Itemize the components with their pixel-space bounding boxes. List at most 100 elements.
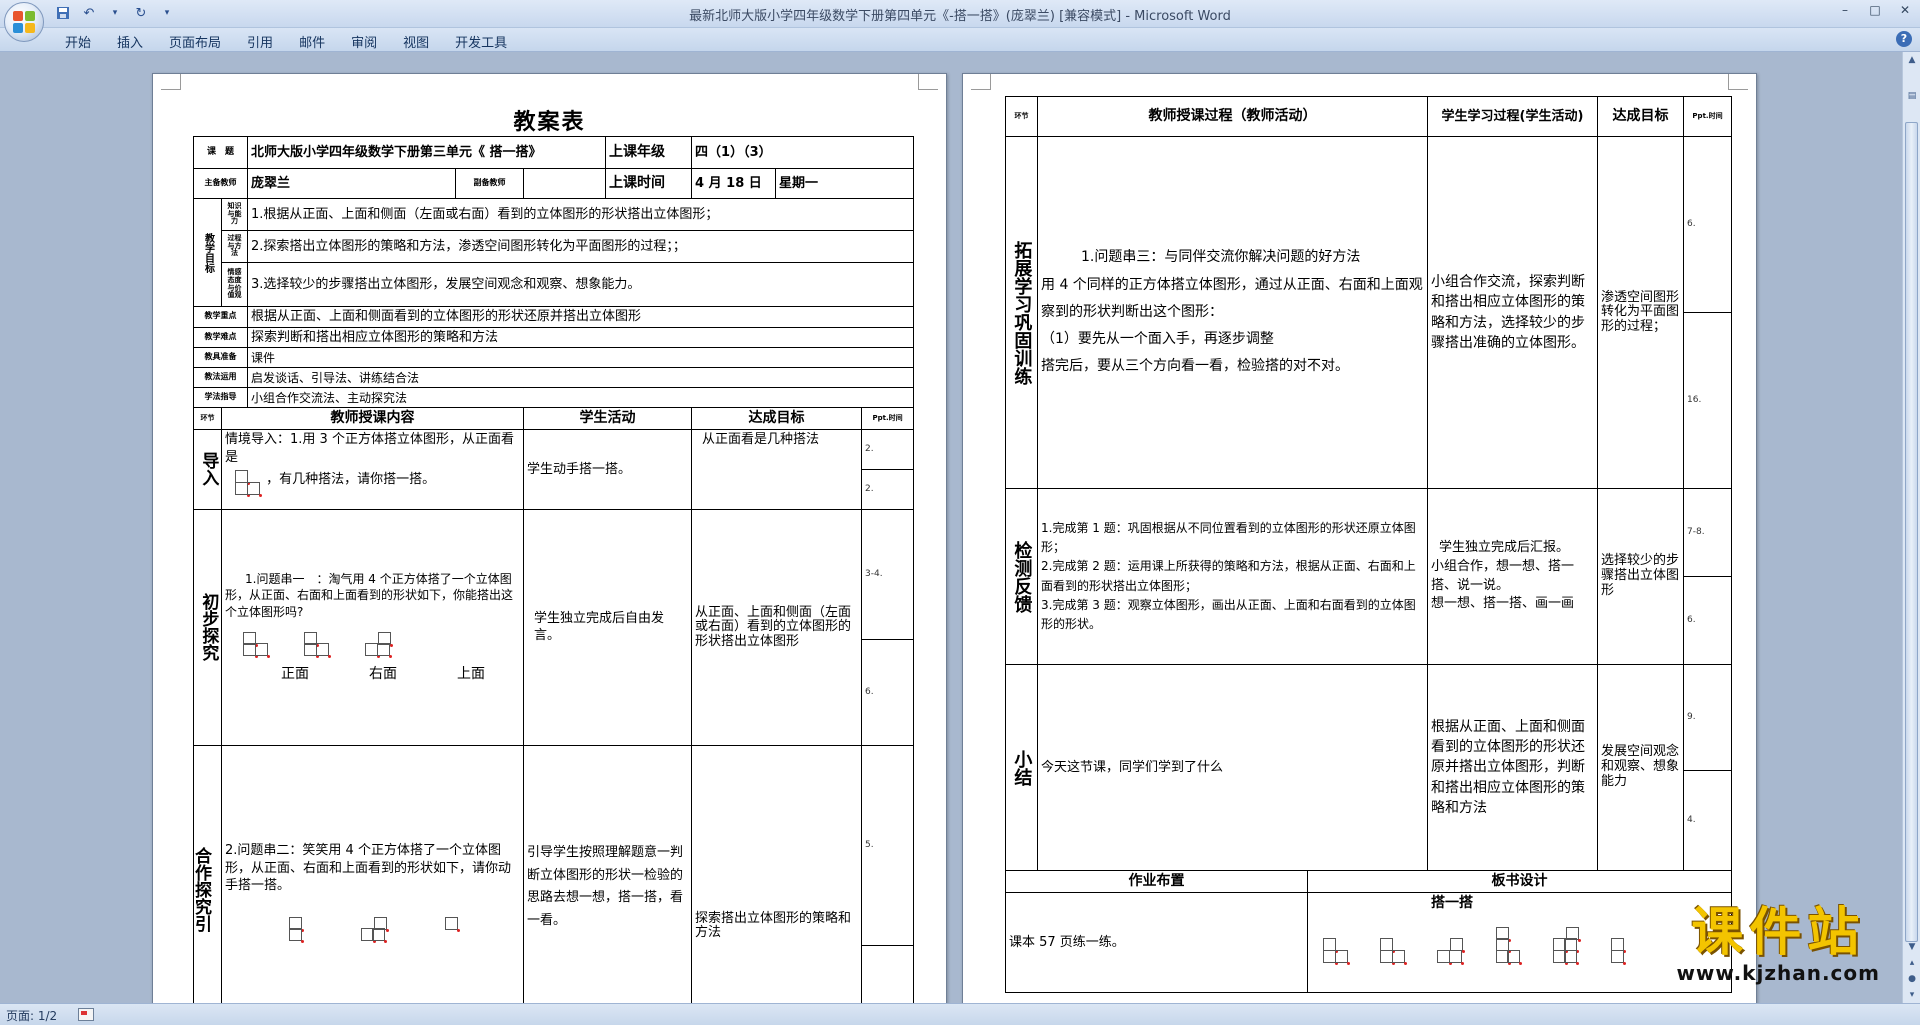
view-top: [365, 631, 393, 659]
goal-1[interactable]: 1.根据从正面、上面和侧面（左面或右面）看到的立体图形的形状搭出立体图形；: [247, 198, 915, 231]
status-bar: 页面: 1/2: [0, 1003, 1920, 1025]
time-date[interactable]: 4 月 18 日: [691, 168, 777, 199]
r-col-stage-header: 环节: [1005, 96, 1038, 137]
col-stage-header: 环节: [193, 407, 222, 430]
teacher-value[interactable]: 庞翠兰: [247, 168, 457, 199]
grade-label: 上课年级: [605, 136, 693, 169]
stage-explore-student[interactable]: 学生独立完成后自由发言。: [523, 508, 693, 746]
prev-page-icon[interactable]: ▴: [1903, 955, 1920, 971]
scroll-up-icon[interactable]: ▲: [1903, 52, 1920, 68]
maximize-icon[interactable]: □: [1860, 0, 1890, 20]
r-col-goal-header: 达成目标: [1597, 96, 1684, 137]
stage-test-content[interactable]: 1.完成第 1 题：巩固根据从不同位置看到的立体图形的形状还原立体图形； 2.完…: [1037, 488, 1428, 665]
vertical-scrollbar[interactable]: ▲ ▤ ▼ ▴ ● ▾: [1902, 52, 1920, 1003]
stage-test-label: 检测反馈: [1005, 488, 1038, 665]
col-student-header: 学生活动: [523, 407, 693, 430]
stage-test-text-1: 1.完成第 1 题：巩固根据从不同位置看到的立体图形的形状还原立体图形；: [1041, 520, 1416, 555]
stage-intro-label: 导入: [193, 428, 222, 510]
front-view-icon: [243, 631, 270, 659]
stage-summary-label: 小结: [1005, 664, 1038, 871]
board-design-label: 板书设计: [1307, 870, 1732, 893]
tab-developer[interactable]: 开发工具: [442, 30, 520, 53]
stage-summary-goal[interactable]: 发展空间观念和观察、想象能力: [1597, 664, 1684, 871]
subject-value[interactable]: 北师大版小学四年级数学下册第三单元《 搭一搭》: [247, 136, 607, 169]
stage-extend-label: 拓展学习巩固训练: [1005, 136, 1038, 489]
stack-figure-1-icon: [289, 916, 304, 944]
key-value[interactable]: 根据从正面、上面和侧面看到的立体图形的形状还原并搭出立体图形: [247, 306, 915, 328]
stage-cooperate-figures: [225, 895, 520, 944]
stage-extend-student[interactable]: 小组合作交流，探索判断和搭出相应立体图形的策略和方法，选择较少的步骤搭出准确的立…: [1427, 136, 1598, 489]
teacher-label: 主备教师: [192, 168, 249, 199]
time-day[interactable]: 星期一: [775, 168, 915, 199]
right-view-icon: [304, 631, 331, 659]
page-title: 教案表: [513, 109, 586, 135]
stage-test-student-3: 想一想、搭一搭、画一画: [1431, 596, 1575, 612]
stage-test-student[interactable]: 学生独立完成后汇报。 小组合作，想一想、搭一搭、说一说。 想一想、搭一搭、画一画: [1427, 488, 1598, 665]
board-figure-4-icon: [1495, 926, 1522, 965]
crop-mark: [161, 74, 181, 90]
stage-explore-content[interactable]: 1.问题串一 ：淘气用 4 个正方体搭了一个立体图形，从正面、右面和上面看到的形…: [220, 508, 525, 746]
stage-intro-time-2: 2.: [861, 468, 915, 510]
scroll-down-icon[interactable]: ▼: [1903, 939, 1920, 955]
time-label: 上课时间: [605, 168, 693, 199]
stage-explore-time-2: 6.: [861, 638, 915, 746]
co-teacher-value[interactable]: [523, 168, 607, 199]
stage-extend-content[interactable]: 1.问题串三：与同伴交流你解决问题的好方法 用 4 个同样的正方体搭立体图形，通…: [1037, 136, 1428, 489]
stage-extend-text-4: 搭完后，要从三个方向看一看，检验搭的对不对。: [1041, 358, 1349, 375]
stage-intro-student[interactable]: 学生动手搭一搭。: [523, 428, 693, 510]
tab-home[interactable]: 开始: [52, 30, 104, 53]
help-icon[interactable]: ?: [1896, 31, 1912, 47]
study-label: 学法指导: [192, 387, 249, 409]
stage-explore-goal[interactable]: 从正面、上面和侧面（左面或右面）看到的立体图形的形状搭出立体图形: [691, 508, 863, 746]
grade-value[interactable]: 四（1）（3）: [691, 136, 915, 169]
board-figure-5-icon: [1552, 926, 1581, 965]
stage-intro-content[interactable]: 情境导入：1.用 3 个正方体搭立体图形，从正面看是 ，有几种搭法，请你搭一搭。: [220, 428, 525, 510]
method-value[interactable]: 启发谈话、引导法、讲练结合法: [247, 367, 915, 389]
study-value[interactable]: 小组合作交流法、主动探究法: [247, 387, 915, 409]
homework-value[interactable]: 课本 57 页练一练。: [1005, 892, 1308, 993]
goal-3[interactable]: 3.选择较少的步骤搭出立体图形，发展空间观念和观察、想象能力。: [247, 262, 915, 307]
stage-intro-goal[interactable]: 从正面看是几种搭法: [691, 428, 863, 510]
stage-cooperate-time-2: [861, 944, 915, 1003]
stage-extend-time-2: 16.: [1683, 312, 1732, 489]
stage-cooperate-content[interactable]: 2.问题串二：笑笑用 4 个正方体搭了一个立体图形，从正面、右面和上面看到的形状…: [220, 744, 525, 1003]
tab-mailings[interactable]: 邮件: [286, 30, 338, 53]
close-icon[interactable]: ✕: [1890, 0, 1920, 20]
lesson-plan-table: 课 题 北师大版小学四年级数学下册第三单元《 搭一搭》 上课年级 四（1）（3）…: [192, 136, 915, 1003]
goal-2[interactable]: 2.探索搭出立体图形的策略和方法，渗透空间图形转化为平面图形的过程；；: [247, 230, 915, 263]
stage-summary-text[interactable]: 今天这节课，同学们学到了什么: [1037, 664, 1428, 871]
stage-summary-student[interactable]: 根据从正面、上面和侧面看到的立体图形的形状还原并搭出立体图形，判断和搭出相应立体…: [1427, 664, 1598, 871]
ruler-toggle-icon[interactable]: ▤: [1903, 88, 1920, 104]
board-figure-2-icon: [1380, 938, 1407, 965]
difficulty-label: 教学难点: [192, 326, 249, 349]
office-button[interactable]: [4, 2, 44, 42]
scroll-thumb[interactable]: [1905, 122, 1918, 942]
tab-page-layout[interactable]: 页面布局: [156, 30, 234, 53]
difficulty-value[interactable]: 探索判断和搭出相应立体图形的策略和方法: [247, 326, 915, 349]
r-col-student-header: 学生学习过程(学生活动): [1427, 96, 1598, 137]
browse-object-icon[interactable]: ●: [1903, 971, 1920, 987]
tab-references[interactable]: 引用: [234, 30, 286, 53]
watermark-title: 课件站: [1691, 903, 1866, 963]
co-teacher-label: 副备教师: [455, 168, 525, 199]
tab-view[interactable]: 视图: [390, 30, 442, 53]
proofing-status-icon[interactable]: [78, 1008, 94, 1021]
status-page-count[interactable]: 页面: 1/2: [6, 1007, 57, 1024]
board-design-content[interactable]: 搭一搭: [1307, 892, 1732, 993]
stage-test-student-1: 学生独立完成后汇报。: [1439, 539, 1570, 555]
tab-review[interactable]: 审阅: [338, 30, 390, 53]
minimize-icon[interactable]: –: [1830, 0, 1860, 20]
col-teacher-header: 教师授课内容: [220, 407, 525, 430]
board-figure-6-icon: [1611, 938, 1626, 965]
stage-cooperate-goal[interactable]: 探索搭出立体图形的策略和方法: [691, 744, 863, 1003]
tab-insert[interactable]: 插入: [104, 30, 156, 53]
tools-value[interactable]: 课件: [247, 347, 915, 369]
stage-explore-label: 初步探究: [193, 508, 222, 746]
key-label: 教学重点: [192, 306, 249, 328]
col-time-header: Ppt.时间: [861, 407, 915, 430]
stage-cooperate-student[interactable]: 引导学生按照理解题意一判断立体图形的形状一检验的思路去想一想，搭一搭，看一看。: [523, 744, 693, 1003]
stage-extend-goal[interactable]: 渗透空间图形转化为平面图形的过程；: [1597, 136, 1684, 489]
document-area: 教案表 课 题 北师大版小学四年级数学下册第三单元《 搭一搭》 上课年级 四（1…: [0, 52, 1902, 1003]
next-page-icon[interactable]: ▾: [1903, 987, 1920, 1003]
stage-test-goal[interactable]: 选择较少的步骤搭出立体图形: [1597, 488, 1684, 665]
